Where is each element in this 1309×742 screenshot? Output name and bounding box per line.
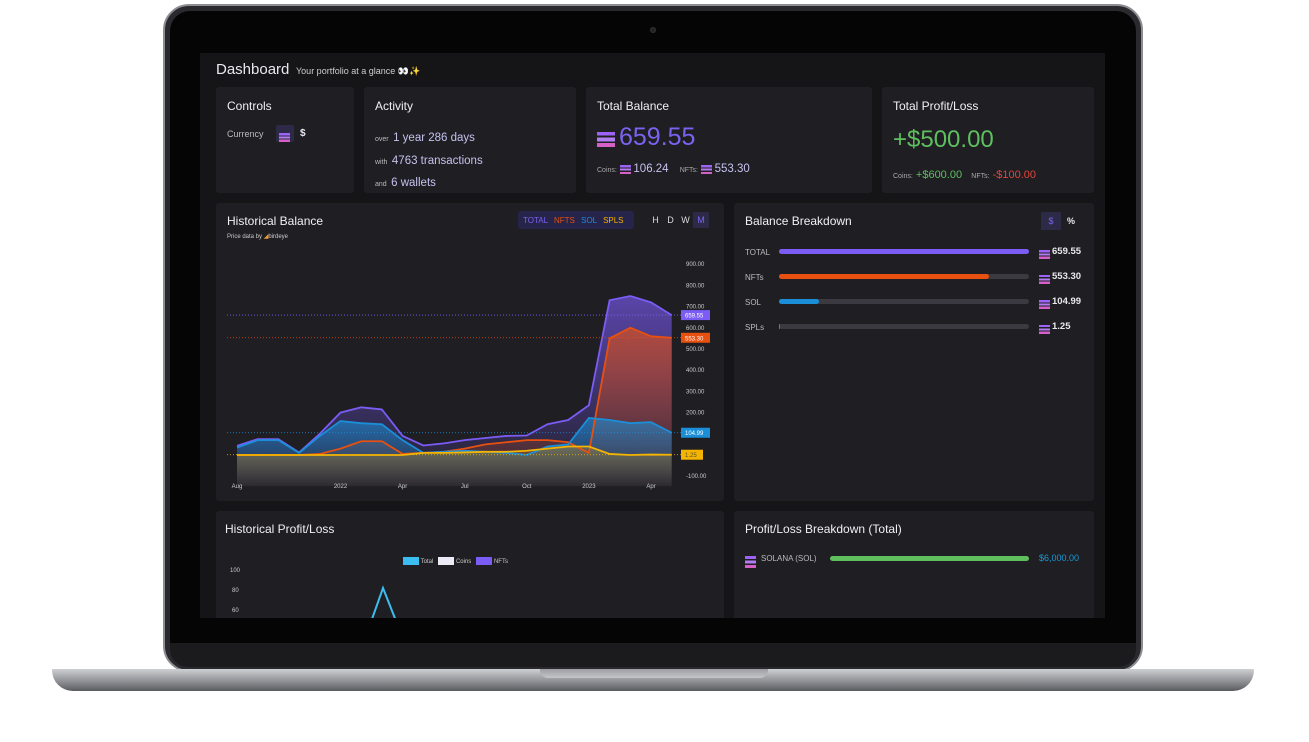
y-tick-label: 400.00 — [686, 368, 705, 374]
x-tick-label: Apr — [646, 484, 655, 490]
pl-row-bar — [830, 556, 1029, 561]
webcam — [650, 27, 656, 33]
last-value-label: 104.99 — [685, 431, 704, 437]
solana-icon — [700, 164, 712, 174]
pl-total-line — [371, 585, 396, 618]
breakdown-bar — [779, 324, 1029, 329]
y-tick-label: 700.00 — [686, 305, 705, 311]
x-tick-label: Oct — [522, 484, 532, 490]
solana-icon — [1039, 325, 1050, 335]
activity-row: over 1 year 286 days — [375, 132, 475, 144]
page-subtitle: Your portfolio at a glance 👀✨ — [296, 66, 421, 76]
solana-icon — [745, 555, 756, 568]
y-tick-label: -100.00 — [686, 474, 707, 480]
coins-balance: 106.24 — [633, 163, 669, 175]
x-tick-label: Apr — [398, 484, 407, 490]
coins-pl: +$600.00 — [915, 169, 963, 181]
total-pl-value: +$500.00 — [893, 126, 994, 153]
solana-icon — [597, 132, 615, 148]
controls-card: Controls Currency $ — [216, 87, 354, 193]
activity-card: Activity over 1 year 286 days with 4763 … — [364, 87, 576, 193]
card-title: Balance Breakdown — [745, 214, 852, 228]
breakdown-label: SOL — [745, 298, 762, 307]
solana-icon — [1039, 275, 1050, 285]
y-tick-label: 500.00 — [686, 347, 705, 353]
total-balance-card: Total Balance 659.55 Coins: 106.24 NFTs:… — [586, 87, 872, 193]
breakdown-value: 553.30 — [1052, 271, 1082, 282]
card-title: Total Balance — [597, 99, 670, 113]
toggle-percent[interactable]: % — [1067, 216, 1075, 226]
last-value-label: 659.55 — [685, 314, 704, 320]
currency-usd-button[interactable]: $ — [300, 128, 306, 139]
pl-breakdown-card: Profit/Loss Breakdown (Total) SOLANA (SO… — [734, 511, 1094, 618]
breakdown-bar — [779, 274, 1029, 279]
currency-sol-button[interactable] — [276, 125, 294, 143]
activity-row: and 6 wallets — [375, 177, 436, 189]
x-tick-label: Jul — [461, 484, 469, 490]
historical-pl-card: Historical Profit/Loss Total Coins NFTs … — [216, 511, 724, 618]
y-tick-label: 300.00 — [686, 389, 705, 395]
solana-icon — [279, 133, 290, 143]
breakdown-bar — [779, 249, 1029, 254]
breakdown-value: 104.99 — [1052, 296, 1082, 307]
breakdown-value: 659.55 — [1052, 246, 1082, 257]
laptop-chin — [170, 643, 1136, 667]
nfts-pl: -$100.00 — [992, 169, 1037, 181]
solana-icon — [1039, 300, 1050, 310]
y-tick-label: 800.00 — [686, 283, 705, 289]
y-tick-label: 200.00 — [686, 411, 705, 417]
historical-pl-chart — [371, 585, 396, 618]
dashboard-screen: Dashboard Your portfolio at a glance 👀✨ … — [200, 53, 1105, 618]
x-tick-label: Aug — [232, 484, 243, 490]
card-title: Activity — [375, 99, 414, 113]
last-value-label: 553.30 — [685, 336, 704, 342]
breakdown-value: 1.25 — [1052, 321, 1071, 332]
y-tick-label: 600.00 — [686, 326, 705, 332]
total-pl-card: Total Profit/Loss +$500.00 Coins: +$600.… — [882, 87, 1094, 193]
pl-row-label: SOLANA (SOL) — [761, 554, 817, 563]
card-title: Profit/Loss Breakdown (Total) — [745, 522, 902, 536]
breakdown-label: NFTs — [745, 273, 764, 282]
balance-breakdown-card: Balance Breakdown $ % TOTAL 659.55 NFTs … — [734, 203, 1094, 501]
solana-icon — [1039, 250, 1050, 260]
activity-row: with 4763 transactions — [375, 154, 483, 167]
pl-row-value: $6,000.00 — [1039, 553, 1080, 563]
historical-balance-chart[interactable]: 900.00 800.00 700.00 600.00 500.00 400.00 300.… — [216, 203, 724, 501]
card-title: Controls — [227, 99, 272, 113]
card-title: Total Profit/Loss — [893, 99, 979, 113]
breakdown-bar — [779, 299, 1029, 304]
historical-balance-card: Historical Balance Price data by ◢birdey… — [216, 203, 724, 501]
nfts-balance: 553.30 — [714, 163, 750, 175]
currency-label: Currency — [227, 129, 264, 139]
x-tick-label: 2022 — [334, 484, 348, 490]
y-tick-label: 900.00 — [686, 262, 705, 268]
toggle-dollar[interactable]: $ — [1041, 212, 1061, 230]
breakdown-label: TOTAL — [745, 248, 771, 257]
last-value-label: 1.25 — [685, 453, 697, 459]
total-balance-value: 659.55 — [619, 123, 696, 151]
x-tick-label: 2023 — [582, 484, 596, 490]
breakdown-label: SPLs — [745, 323, 765, 332]
laptop-notch — [540, 669, 768, 678]
page-title: Dashboard — [216, 61, 290, 78]
solana-icon — [619, 164, 631, 174]
